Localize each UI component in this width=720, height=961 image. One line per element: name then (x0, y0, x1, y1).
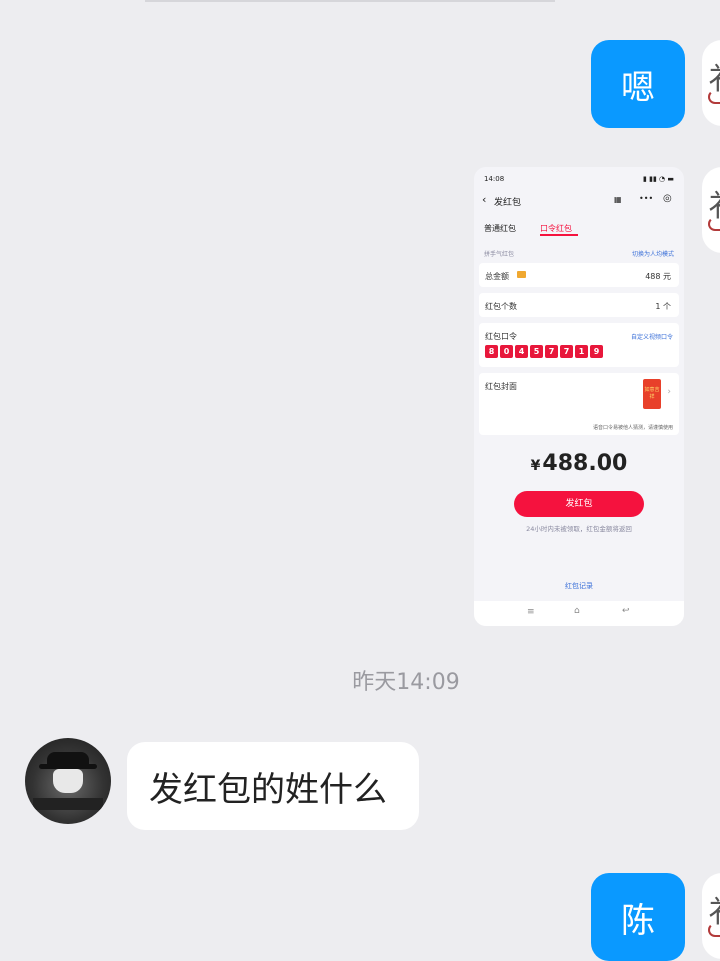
count-label: 红包个数 (485, 302, 517, 311)
message-bubble-sent[interactable]: 嗯 (591, 40, 685, 128)
nav-bar: ≡ ⌂ ↩ (474, 601, 684, 626)
cover-thumbnail: 如意吉祥 (643, 379, 661, 409)
menu-nav-icon[interactable]: ≡ (527, 607, 535, 617)
chevron-right-icon: › (667, 387, 671, 397)
count-row[interactable]: 红包个数 1 个 (479, 293, 679, 317)
cover-label: 红包封面 (485, 382, 517, 391)
message-bubble-received[interactable]: 发红包的姓什么 (127, 742, 419, 830)
message-text: 嗯 (621, 67, 655, 108)
tab-underline (540, 234, 578, 236)
qr-icon[interactable]: ▦ (614, 195, 622, 204)
custom-password-link[interactable]: 自定义视频口令 (631, 332, 673, 341)
amount-currency: ¥ (530, 458, 541, 474)
home-nav-icon[interactable]: ⌂ (574, 606, 580, 616)
coupon-icon (517, 271, 526, 278)
expiry-note: 24小时内未被领取，红包金额将返回 (526, 525, 632, 533)
avatar[interactable]: 礻 (702, 873, 720, 959)
more-icon[interactable]: ••• (639, 194, 653, 203)
back-nav-icon[interactable]: ↩ (622, 606, 630, 616)
amount-display: ¥488.00 (474, 451, 684, 476)
timestamp: 昨天14:09 (352, 670, 460, 695)
total-label: 总金额 (485, 272, 509, 281)
page-title: 发红包 (494, 198, 522, 208)
total-value: 488 元 (645, 272, 671, 281)
avatar[interactable] (25, 738, 111, 824)
back-icon[interactable]: ‹ (482, 193, 486, 206)
count-value: 1 个 (655, 302, 671, 311)
password-digit: 9 (590, 345, 603, 358)
password-digit: 5 (530, 345, 543, 358)
status-icons: ▮ ▮▮ ◔ ▬ (643, 175, 674, 183)
password-digit: 7 (545, 345, 558, 358)
divider (145, 0, 555, 2)
total-amount-row[interactable]: 总金额 488 元 (479, 263, 679, 287)
status-time: 14:08 (484, 175, 505, 183)
password-row[interactable]: 红包口令 自定义视频口令 8 0 4 5 7 7 1 9 (479, 323, 679, 367)
password-label: 红包口令 (485, 332, 517, 341)
avatar[interactable]: 礻 (702, 40, 720, 126)
password-digit: 8 (485, 345, 498, 358)
tab-normal[interactable]: 普通红包 (484, 223, 516, 234)
avatar[interactable]: 礻 (702, 167, 720, 253)
message-text: 陈 (621, 900, 655, 941)
hint-text: 语音口令易被他人猜测，请谨慎使用 (592, 425, 673, 431)
target-icon[interactable]: ◎ (663, 193, 672, 204)
tab-password[interactable]: 口令红包 (540, 223, 572, 234)
message-text: 发红包的姓什么 (149, 769, 387, 810)
password-digit: 7 (560, 345, 573, 358)
message-bubble-sent[interactable]: 陈 (591, 873, 685, 961)
password-digit: 1 (575, 345, 588, 358)
records-link[interactable]: 红包记录 (474, 581, 684, 591)
type-label: 拼手气红包 (484, 251, 515, 258)
amount-value: 488.00 (542, 451, 628, 476)
cover-row[interactable]: 红包封面 如意吉祥 › 语音口令易被他人猜测，请谨慎使用 (479, 373, 679, 435)
password-digit: 4 (515, 345, 528, 358)
password-digits: 8 0 4 5 7 7 1 9 (485, 345, 603, 358)
switch-mode-link[interactable]: 切换为人均模式 (632, 249, 674, 258)
cover-text: 如意吉祥 (644, 387, 660, 400)
image-message-screenshot[interactable]: 14:08 ▮ ▮▮ ◔ ▬ ‹ 发红包 ▦ ••• ◎ 普通红包 口令红包 拼… (474, 167, 684, 626)
password-digit: 0 (500, 345, 513, 358)
send-red-packet-button[interactable]: 发红包 (514, 491, 644, 517)
